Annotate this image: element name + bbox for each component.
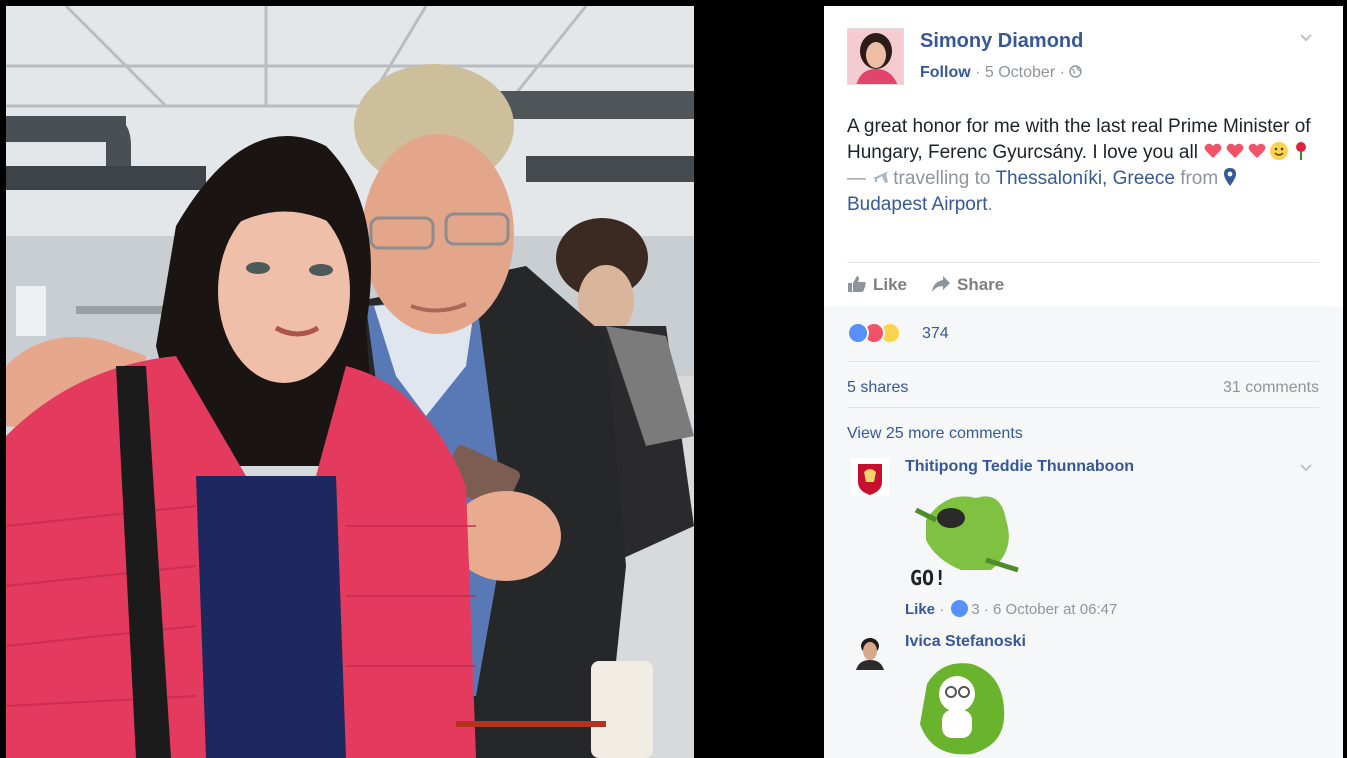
share-label: Share	[957, 275, 1005, 294]
origin-link[interactable]: Budapest Airport	[847, 194, 987, 215]
post-date[interactable]: 5 October	[985, 64, 1055, 81]
meta-dot: ·	[983, 601, 989, 618]
like-reaction-icon	[847, 322, 869, 344]
meta-dot: ·	[975, 64, 981, 81]
commenter-avatar[interactable]	[851, 458, 889, 496]
post-photo[interactable]	[6, 6, 694, 758]
commenter-name[interactable]: Thitipong Teddie Thunnaboon	[905, 458, 1134, 476]
follow-link[interactable]: Follow	[920, 64, 971, 81]
reaction-count: 374	[922, 325, 949, 342]
comment-like-link[interactable]: Like	[905, 601, 935, 618]
comments-count[interactable]: 31 comments	[1223, 379, 1319, 397]
chevron-down-icon[interactable]	[1297, 458, 1315, 476]
author-name[interactable]: Simony Diamond	[920, 30, 1083, 53]
author-avatar[interactable]	[847, 28, 904, 85]
comment-timestamp[interactable]: 6 October at 06:47	[993, 601, 1117, 618]
meta-dot: ·	[1059, 64, 1065, 81]
share-arrow-icon	[932, 276, 950, 292]
commenter-name[interactable]: Ivica Stefanoski	[905, 633, 1026, 651]
divider	[847, 407, 1319, 408]
thumbs-up-icon	[848, 276, 866, 292]
heart-emoji	[1204, 143, 1222, 158]
divider	[847, 361, 1319, 362]
post-header: Simony Diamond Follow · 5 October ·	[824, 6, 1343, 96]
globe-icon	[1069, 65, 1083, 78]
post-message: A great honor for me with the last real …	[847, 114, 1317, 218]
go-sticker[interactable]: GO!	[906, 480, 1026, 596]
sticker-text: GO!	[910, 566, 947, 590]
ufi-section: 374 5 shares 31 comments View 25 more co…	[824, 306, 1343, 758]
character-sticker[interactable]	[912, 654, 1012, 758]
view-more-comments[interactable]: View 25 more comments	[847, 425, 1023, 443]
post-panel: Simony Diamond Follow · 5 October · A gr…	[824, 6, 1343, 758]
period: .	[987, 194, 993, 215]
post-meta: Follow · 5 October ·	[920, 64, 1083, 82]
comment-meta: Like · 3 · 6 October at 06:47	[905, 600, 1117, 618]
post-actions: Like Share	[847, 262, 1319, 306]
chevron-down-icon[interactable]	[1297, 28, 1315, 46]
share-button[interactable]: Share	[931, 275, 1004, 295]
commenter-avatar[interactable]	[851, 632, 889, 670]
heart-emoji	[1248, 143, 1266, 158]
comment-like-count[interactable]: 3	[971, 601, 979, 618]
pin-icon	[1224, 168, 1237, 186]
meta-dot: ·	[939, 601, 945, 618]
smile-emoji	[1270, 142, 1289, 160]
like-button[interactable]: Like	[847, 275, 907, 295]
heart-emoji	[1226, 143, 1244, 158]
shares-count[interactable]: 5 shares	[847, 379, 908, 397]
rose-emoji	[1296, 142, 1307, 160]
plane-icon	[873, 171, 890, 183]
travelling-text: travelling to	[893, 168, 991, 189]
like-badge-icon	[951, 600, 969, 617]
dash-text: —	[847, 168, 872, 189]
destination-link[interactable]: Thessaloníki, Greece	[995, 168, 1175, 189]
like-label: Like	[873, 275, 908, 294]
photo-image	[6, 6, 694, 758]
from-text: from	[1180, 168, 1219, 189]
